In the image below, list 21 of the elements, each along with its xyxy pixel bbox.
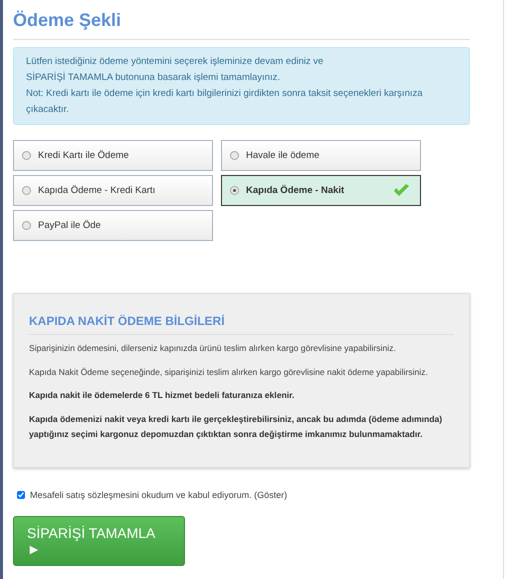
radio-icon (22, 186, 31, 195)
radio-icon (22, 221, 31, 230)
radio-icon (22, 151, 31, 160)
payment-option[interactable]: Kapıda Ödeme - Nakit (221, 175, 421, 206)
check-icon (393, 184, 410, 197)
info-paragraph: Kapıda nakit ile ödemelerde 6 TL hizmet bedeli faturanıza eklenir. (29, 389, 296, 402)
info-alert: Lütfen istediğiniz ödeme yöntemini seçerek işleminize devam ediniz ve SİPARİŞİ TAMAMLA butonuna basarak işlemi tamamlayınız. Not: Kredi kartı ile ödeme için kredi kartı bilgilerinizi girdikten sonra taksit seçenekleri karşınıza çıkacaktır. (13, 47, 470, 125)
agreement-checkbox[interactable] (17, 490, 25, 498)
payment-option[interactable]: Havale ile ödeme (221, 140, 421, 171)
payment-option[interactable]: Kapıda Ödeme - Kredi Kartı (13, 175, 213, 206)
agreement-text: Mesafeli satış sözleşmesini okudum ve kabul ediyorum. (Göster) (30, 490, 288, 500)
page-title: Ödeme Şekli (13, 10, 122, 31)
info-paragraph: Kapıda ödemenizi nakit veya kredi kartı ile gerçekleştirebilirsiniz, ancak bu adımda (ödeme adımında) yaptığınız seçimi kargonuz depomuzdan çıktıktan sonra değiştirme imkanımız bulunmamaktadır. (29, 412, 444, 441)
show-link[interactable]: (Göster) (254, 490, 288, 500)
info-heading: KAPIDA NAKİT ÖDEME BİLGİLERİ (29, 314, 454, 335)
radio-icon (230, 151, 239, 160)
payment-option[interactable]: PayPal ile Öde (13, 210, 213, 241)
payment-option[interactable]: Kredi Kartı ile Ödeme (13, 140, 213, 171)
info-paragraph: Siparişinizin ödemesini, dilerseniz kapınızda ürünü teslim alırken kargo görevlisine yapabilirsiniz. (29, 342, 397, 355)
info-paragraph: Kapıda Nakit Ödeme seçeneğinde, siparişinizi teslim alırken kargo görevlisine nakit ödeme yapabilirsiniz. (29, 366, 429, 379)
radio-icon (230, 186, 239, 195)
